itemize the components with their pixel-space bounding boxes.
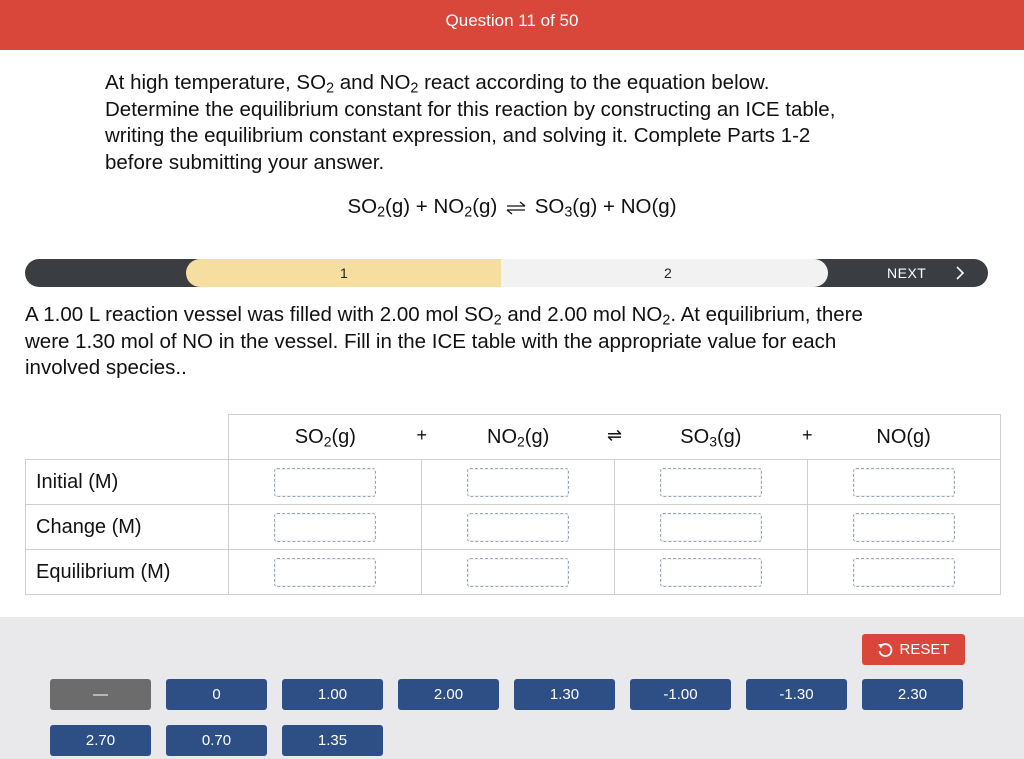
intro-line-4: before submitting your answer. <box>105 150 385 174</box>
drop-target-equilibrium-so3[interactable] <box>660 557 762 587</box>
row-label-equilibrium: Equilibrium (M) <box>25 549 229 595</box>
drop-target-initial-so3[interactable] <box>660 467 762 497</box>
tile-2-70[interactable]: 2.70 <box>50 725 151 756</box>
species-no: NO(g) <box>876 425 931 448</box>
drop-target-equilibrium-no2[interactable] <box>467 557 569 587</box>
tile-neg-1-00[interactable]: -1.00 <box>630 679 731 710</box>
ice-row-initial: Initial (M) <box>25 459 1001 505</box>
equilibrium-arrow: ⇌ <box>606 425 623 445</box>
drop-target-change-so2[interactable] <box>274 512 376 542</box>
row-label-change: Change (M) <box>25 504 229 550</box>
drop-target-initial-so2[interactable] <box>274 467 376 497</box>
species-so2: SO2(g) <box>294 425 356 449</box>
intro-line-2: Determine the equilibrium constant for t… <box>105 97 836 121</box>
question-intro: At high temperature, SO2 and NO2 react a… <box>105 70 925 176</box>
tile-2-30[interactable]: 2.30 <box>862 679 963 710</box>
drop-target-initial-no2[interactable] <box>467 467 569 497</box>
drop-target-equilibrium-so2[interactable] <box>274 557 376 587</box>
tile-0-70[interactable]: 0.70 <box>166 725 267 756</box>
ice-row-equilibrium: Equilibrium (M) <box>25 549 1001 595</box>
part-prompt: A 1.00 L reaction vessel was filled with… <box>25 302 965 382</box>
tile-2-00[interactable]: 2.00 <box>398 679 499 710</box>
drop-target-change-so3[interactable] <box>660 512 762 542</box>
header-bar: Question 11 of 50 <box>0 0 1024 50</box>
tile-blank[interactable]: — <box>50 679 151 710</box>
drop-target-initial-no[interactable] <box>853 467 955 497</box>
question-counter: Question 11 of 50 <box>445 11 579 30</box>
tile-1-30[interactable]: 1.30 <box>514 679 615 710</box>
ice-row-change: Change (M) <box>25 504 1001 550</box>
prompt-line-2: were 1.30 mol of NO in the vessel. Fill … <box>25 329 837 353</box>
tile-1-00[interactable]: 1.00 <box>282 679 383 710</box>
species-no2: NO2(g) <box>487 425 550 449</box>
next-button[interactable]: NEXT <box>887 265 926 281</box>
step-navigation: 1 2 NEXT <box>25 259 988 287</box>
undo-icon <box>878 642 893 657</box>
step-2-tab[interactable]: 2 <box>501 259 828 287</box>
chevron-right-icon[interactable] <box>953 266 967 280</box>
plus-sign: + <box>801 425 813 445</box>
equilibrium-arrow-icon <box>506 201 526 215</box>
tile-neg-1-30[interactable]: -1.30 <box>746 679 847 710</box>
reset-button[interactable]: RESET <box>862 634 965 665</box>
species-so3: SO3(g) <box>680 425 742 449</box>
ice-header-row: SO2(g) + NO2(g) ⇌ SO3(g) + NO(g) <box>228 414 1001 460</box>
row-label-initial: Initial (M) <box>25 459 229 505</box>
intro-line-3: writing the equilibrium constant express… <box>105 124 811 147</box>
drop-target-change-no[interactable] <box>853 512 955 542</box>
drop-target-change-no2[interactable] <box>467 512 569 542</box>
tile-1-35[interactable]: 1.35 <box>282 725 383 756</box>
ice-table: SO2(g) + NO2(g) ⇌ SO3(g) + NO(g) Initial… <box>25 414 1001 595</box>
reaction-equation: SO2(g) + NO2(g) SO3(g) + NO(g) <box>347 195 677 221</box>
drop-target-equilibrium-no[interactable] <box>853 557 955 587</box>
prompt-line-3: involved species.. <box>25 356 187 379</box>
step-1-tab[interactable]: 1 <box>186 259 501 287</box>
tile-0[interactable]: 0 <box>166 679 267 710</box>
plus-sign: + <box>416 425 427 445</box>
